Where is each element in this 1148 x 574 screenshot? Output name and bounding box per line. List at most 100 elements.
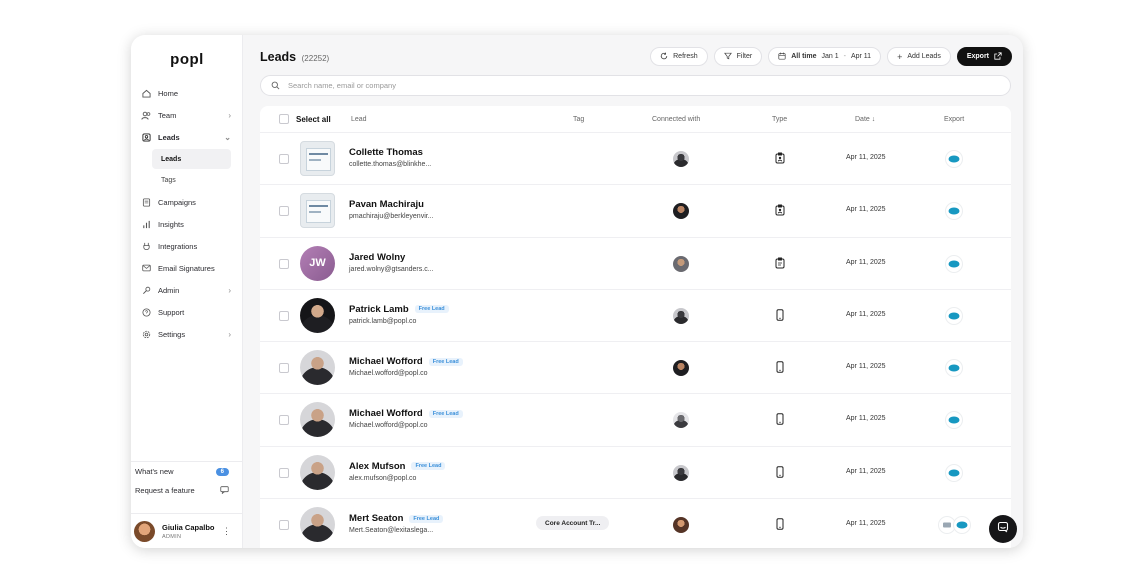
salesforce-icon[interactable] <box>945 463 963 482</box>
sidebar-item-home[interactable]: Home <box>137 82 237 104</box>
table-row[interactable]: Mert Seaton Free Lead Mert.Seaton@lexitas… <box>260 499 1011 548</box>
lead-name[interactable]: Alex Mufson Free Lead <box>349 460 446 472</box>
date-range-button[interactable]: All time Jan 1 - Apr 11 <box>768 47 882 66</box>
sidebar-item-integrations[interactable]: Integrations <box>137 235 237 257</box>
connected-avatar <box>673 412 689 429</box>
sidebar-footer: What's new 6 Request a feature <box>131 461 243 500</box>
select-all-label[interactable]: Select all <box>296 115 331 124</box>
salesforce-icon[interactable] <box>945 359 963 378</box>
avatar <box>134 520 155 542</box>
user-profile[interactable]: Giulia Capalbo ADMIN ⋮ <box>131 513 243 548</box>
phone-icon <box>773 308 787 322</box>
sidebar-item-insights[interactable]: Insights <box>137 213 237 235</box>
phone-icon <box>773 465 787 479</box>
subnav-item-tags[interactable]: Tags <box>152 170 231 190</box>
free-lead-badge: Free Lead <box>409 514 444 523</box>
tag-chip[interactable]: Core Account Tr... <box>536 516 610 531</box>
sidebar-item-label: Settings <box>158 329 186 339</box>
export-button[interactable]: Export <box>956 47 1012 66</box>
business-card-thumbnail <box>300 141 335 176</box>
date-from: Jan 1 <box>821 53 839 60</box>
request-feature-link[interactable]: Request a feature <box>131 481 243 500</box>
app-window: popl Home Team › Leads ⌄ Leads Tags Camp… <box>131 35 1023 548</box>
table-row[interactable]: Michael Wofford Free Lead Michael.wofford… <box>260 394 1011 447</box>
lead-name[interactable]: Michael Wofford Free Lead <box>349 356 463 367</box>
sidebar-item-admin[interactable]: Admin › <box>137 279 237 301</box>
select-all-checkbox[interactable] <box>279 114 289 124</box>
lead-date: Apr 11, 2025 <box>846 467 886 475</box>
team-icon <box>141 110 151 120</box>
lead-email: Michael.wofford@popl.co <box>349 370 428 378</box>
phone-icon <box>773 360 787 374</box>
lead-date: Apr 11, 2025 <box>846 415 886 423</box>
row-checkbox[interactable] <box>279 154 289 164</box>
chevron-down-icon: ⌄ <box>224 132 231 142</box>
column-header-export[interactable]: Export <box>944 116 964 123</box>
row-checkbox[interactable] <box>279 363 289 374</box>
filter-button[interactable]: Filter <box>713 47 763 66</box>
support-icon <box>141 307 151 317</box>
lead-name[interactable]: Jared Wolny <box>349 252 405 263</box>
row-checkbox[interactable] <box>279 415 289 426</box>
sidebar-item-email-signatures[interactable]: Email Signatures <box>137 257 237 279</box>
sidebar-item-campaigns[interactable]: Campaigns <box>137 191 237 213</box>
sidebar-item-team[interactable]: Team › <box>137 104 237 126</box>
table-row[interactable]: Pavan Machiraju pmachiraju@berkleyenvir.… <box>260 185 1011 238</box>
lead-date: Apr 11, 2025 <box>846 206 886 214</box>
row-checkbox[interactable] <box>279 520 289 531</box>
table-row[interactable]: JW Jared Wolny jared.wolny@gtsanders.c..… <box>260 238 1011 290</box>
subnav-item-leads[interactable]: Leads <box>152 149 231 169</box>
row-checkbox[interactable] <box>279 258 289 269</box>
lead-name-text: Michael Wofford <box>349 356 423 368</box>
sidebar-item-leads[interactable]: Leads ⌄ <box>137 126 237 148</box>
free-lead-badge: Free Lead <box>411 462 446 471</box>
search-input[interactable] <box>288 81 888 90</box>
table-row[interactable]: Collette Thomas collette.thomas@blinkhe.… <box>260 133 1011 186</box>
row-checkbox[interactable] <box>279 310 289 321</box>
salesforce-icon[interactable] <box>953 516 971 535</box>
more-vertical-icon[interactable]: ⋮ <box>222 526 231 537</box>
salesforce-icon[interactable] <box>945 411 963 430</box>
column-header-tag[interactable]: Tag <box>573 116 584 123</box>
column-header-lead[interactable]: Lead <box>351 116 367 123</box>
sidebar-item-settings[interactable]: Settings › <box>137 323 237 345</box>
lead-name[interactable]: Collette Thomas <box>349 147 423 158</box>
salesforce-icon[interactable] <box>945 254 963 273</box>
column-header-type[interactable]: Type <box>772 116 787 123</box>
search-bar[interactable] <box>260 75 1011 96</box>
avatar <box>300 350 335 386</box>
refresh-button[interactable]: Refresh <box>650 47 708 66</box>
chat-button[interactable] <box>989 515 1017 543</box>
salesforce-icon[interactable] <box>945 202 963 221</box>
popl-logo[interactable]: popl <box>131 51 243 68</box>
column-header-date[interactable]: Date ↓ <box>855 116 875 123</box>
table-row[interactable]: Alex Mufson Free Lead alex.mufson@popl.co… <box>260 447 1011 500</box>
column-header-connected[interactable]: Connected with <box>652 116 700 123</box>
whats-new-link[interactable]: What's new 6 <box>131 462 243 481</box>
lead-name[interactable]: Patrick Lamb Free Lead <box>349 304 449 315</box>
lead-name-text: Patrick Lamb <box>349 303 409 315</box>
feedback-icon <box>220 485 229 496</box>
table-row[interactable]: Michael Wofford Free Lead Michael.wofford… <box>260 342 1011 395</box>
salesforce-icon[interactable] <box>945 306 963 325</box>
chat-icon <box>997 520 1009 538</box>
clipboard-icon <box>773 256 787 270</box>
filter-icon <box>723 52 732 62</box>
row-checkbox[interactable] <box>279 467 289 478</box>
lead-name[interactable]: Pavan Machiraju <box>349 199 424 210</box>
date-separator: - <box>843 53 846 60</box>
table-row[interactable]: Patrick Lamb Free Lead patrick.lamb@popl.… <box>260 290 1011 343</box>
add-leads-button[interactable]: + Add Leads <box>887 47 951 66</box>
leads-icon <box>141 132 151 142</box>
badge-scan-icon <box>773 203 787 217</box>
lead-name-text: Alex Mufson <box>349 460 406 472</box>
user-name: Giulia Capalbo <box>162 522 215 532</box>
row-checkbox[interactable] <box>279 206 289 217</box>
salesforce-icon[interactable] <box>945 150 963 168</box>
sidebar-item-support[interactable]: Support <box>137 301 237 323</box>
lead-email: collette.thomas@blinkhe... <box>349 161 432 168</box>
user-role: ADMIN <box>162 533 182 540</box>
lead-date: Apr 11, 2025 <box>846 310 886 318</box>
lead-name[interactable]: Michael Wofford Free Lead <box>349 408 463 419</box>
lead-name[interactable]: Mert Seaton Free Lead <box>349 513 444 524</box>
